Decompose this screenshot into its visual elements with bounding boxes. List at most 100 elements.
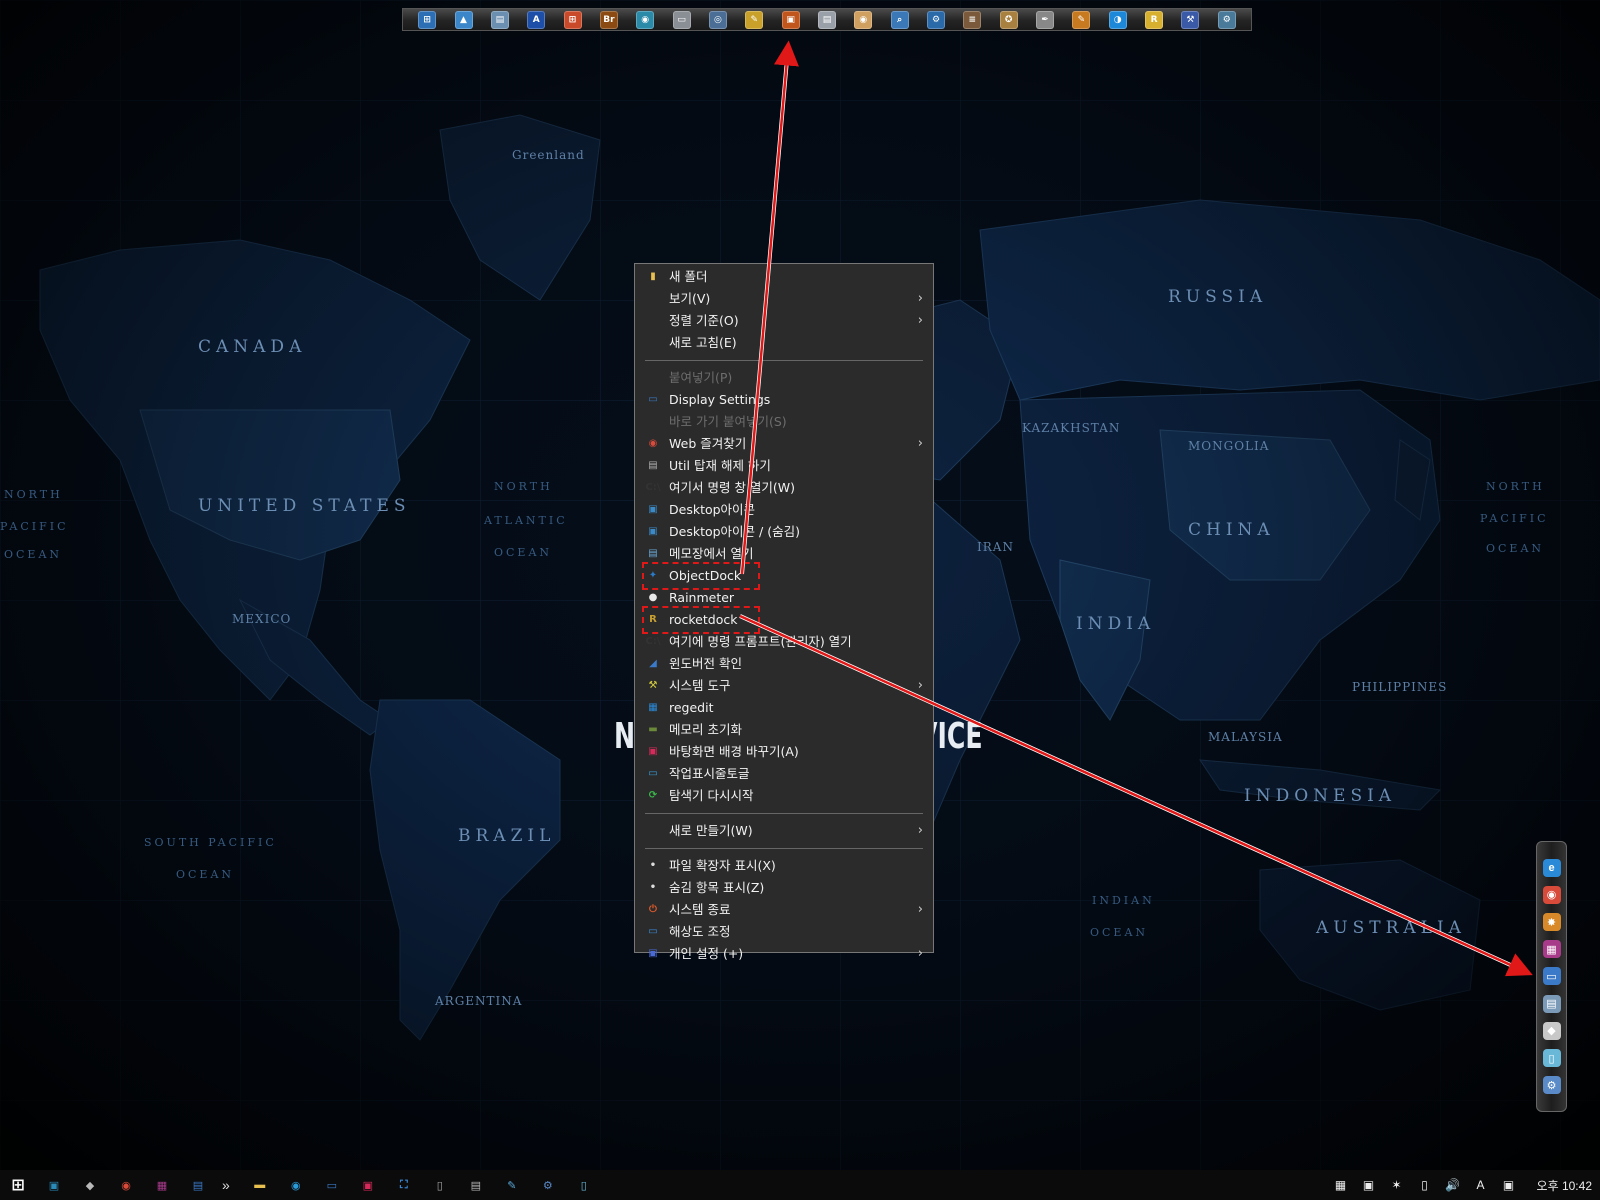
tray-app-icon[interactable]: ▣ xyxy=(1500,1176,1518,1194)
resolution-icon: ▭ xyxy=(648,926,658,937)
search-tool-icon[interactable]: ⌕ xyxy=(890,10,909,29)
menu-item[interactable]: 새로 고침(E) xyxy=(635,332,933,354)
menu-item[interactable]: ⟳ 탐색기 다시시작 xyxy=(635,785,933,807)
grid-app-icon[interactable]: ▦ xyxy=(1542,940,1561,959)
power-icon: ⏻ xyxy=(649,904,657,915)
presentation-icon[interactable]: ▣ xyxy=(781,10,800,29)
adobe-icon[interactable]: ✶ xyxy=(1388,1176,1406,1194)
windows-flag-icon[interactable]: ⊞ xyxy=(563,10,582,29)
cd-icon[interactable]: ◉ xyxy=(854,10,873,29)
menu-item-label: 개인 설정 (+) xyxy=(669,946,744,961)
menu-item[interactable]: • 숨김 항목 표시(Z) xyxy=(635,877,933,899)
menu-item[interactable]: ▣ Desktop아이콘 / (숨김) xyxy=(635,521,933,543)
menu-item[interactable]: 정렬 기준(O) › xyxy=(635,310,933,332)
app-icon-2[interactable]: ◆ xyxy=(80,1175,100,1195)
grid-app-icon[interactable]: ▦ xyxy=(152,1175,172,1195)
menu-item[interactable]: C:\ 여기서 명령 창 열기(W) xyxy=(635,477,933,499)
disk-icon[interactable]: ◎ xyxy=(708,10,727,29)
battery-icon[interactable]: ▯ xyxy=(1416,1176,1434,1194)
computer-icon[interactable]: ▤ xyxy=(490,10,509,29)
r-app-icon[interactable]: R xyxy=(1145,10,1164,29)
bar-app-icon[interactable]: ≡ xyxy=(963,10,982,29)
menu-item[interactable]: ▤ 메모장에서 열기 xyxy=(635,543,933,565)
badge-icon[interactable]: ✪ xyxy=(999,10,1018,29)
menu-item[interactable]: ◢ 윈도버전 확인 xyxy=(635,653,933,675)
map-label: OCEAN xyxy=(176,868,235,881)
network-icon[interactable]: ⚙ xyxy=(1542,1076,1561,1095)
ie-icon[interactable]: e xyxy=(1542,858,1561,877)
fullscreen-icon[interactable]: ⛶ xyxy=(394,1175,414,1195)
notepad-icon[interactable]: ▯ xyxy=(574,1175,594,1195)
menu-item[interactable]: ▬ 메모리 초기화 xyxy=(635,719,933,741)
network-icon[interactable]: ▦ xyxy=(1332,1176,1350,1194)
adobe-a-icon[interactable]: A xyxy=(527,10,546,29)
menu-item[interactable]: ✦ ObjectDock xyxy=(635,562,933,590)
menu-item[interactable]: ▤ Util 탑재 해제 하기 xyxy=(635,455,933,477)
menu-item[interactable]: ▭ 작업표시줄토글 xyxy=(635,763,933,785)
menu-item[interactable]: ⏻ 시스템 종료 › xyxy=(635,899,933,921)
menu-item[interactable]: • 파일 확장자 표시(X) xyxy=(635,855,933,877)
color-icon[interactable]: ▣ xyxy=(1360,1176,1378,1194)
computer-icon[interactable]: ▤ xyxy=(188,1175,208,1195)
printer-icon[interactable]: ▤ xyxy=(466,1175,486,1195)
menu-item[interactable]: Rrocketdock xyxy=(635,606,933,634)
document-icon[interactable]: ▤ xyxy=(817,10,836,29)
window-icon[interactable]: ▭ xyxy=(1542,967,1561,986)
overflow-chevron-icon[interactable]: » xyxy=(222,1177,230,1193)
menu-item[interactable]: ▣ Desktop아이콘 xyxy=(635,499,933,521)
app-icon-1[interactable]: ▣ xyxy=(44,1175,64,1195)
menu-item-label: 윈도버전 확인 xyxy=(669,656,742,671)
network-icon[interactable]: ⚙ xyxy=(538,1175,558,1195)
notepad-icon: ▤ xyxy=(648,548,658,559)
menu-item[interactable]: ⚒ 시스템 도구 › xyxy=(635,675,933,697)
menu-item[interactable]: ▭ 해상도 조정 xyxy=(635,921,933,943)
map-label: RUSSIA xyxy=(1168,287,1268,307)
camera-icon[interactable]: ◉ xyxy=(286,1175,306,1195)
menu-item-label: Web 즐겨찾기 xyxy=(669,436,747,451)
taskbar-apps: ▬ ◉ ▭ ▣ ⛶ ▯ ▤ ✎ ⚙ ▯ xyxy=(242,1175,602,1195)
menu-item-label: 붙여넣기(P) xyxy=(669,370,733,385)
pen-icon[interactable]: ✒ xyxy=(1036,10,1055,29)
chevron-right-icon: › xyxy=(917,946,923,961)
tool-icon[interactable]: ✎ xyxy=(502,1175,522,1195)
bridge-icon[interactable]: Br xyxy=(599,10,618,29)
menu-item[interactable]: ◉ Web 즐겨찾기 › xyxy=(635,433,933,455)
notepad-icon[interactable]: ▭ xyxy=(672,10,691,29)
diamond-icon[interactable]: ◆ xyxy=(1542,1021,1561,1040)
usb-icon[interactable]: ▯ xyxy=(430,1175,450,1195)
menu-item-label: 탐색기 다시시작 xyxy=(669,788,754,803)
chrome-icon[interactable]: ◉ xyxy=(116,1175,136,1195)
blue-circle-icon[interactable]: ◑ xyxy=(1108,10,1127,29)
camera-icon[interactable]: ◉ xyxy=(636,10,655,29)
menu-item[interactable]: C:\ 여기에 명령 프롬프트(관리자) 열기 xyxy=(635,631,933,653)
menu-item-label: 파일 확장자 표시(X) xyxy=(669,858,776,873)
file-icon[interactable]: ▯ xyxy=(1542,1049,1561,1068)
settings-icon[interactable]: ⚙ xyxy=(1217,10,1236,29)
menu-item[interactable]: ▮ 새 폴더 xyxy=(635,266,933,288)
computer-icon[interactable]: ▤ xyxy=(1542,994,1561,1013)
windows-start-icon[interactable]: ⊞ xyxy=(8,1175,28,1195)
wallpaper-icon[interactable]: ▣ xyxy=(358,1175,378,1195)
tools-icon[interactable]: ⚒ xyxy=(1181,10,1200,29)
gear-icon[interactable]: ⚙ xyxy=(926,10,945,29)
windows-icon[interactable]: ⊞ xyxy=(418,10,437,29)
menu-item[interactable]: ▦ regedit xyxy=(635,697,933,719)
menu-item[interactable]: ▣ 바탕화면 배경 바꾸기(A) xyxy=(635,741,933,763)
paint-icon[interactable]: ✎ xyxy=(745,10,764,29)
menu-item[interactable]: ▭ Display Settings xyxy=(635,389,933,411)
brush-icon[interactable]: ✎ xyxy=(1072,10,1091,29)
map-label: SOUTH PACIFIC xyxy=(144,836,277,849)
folder-icon[interactable]: ▬ xyxy=(250,1175,270,1195)
speaker-icon[interactable]: 🔊 xyxy=(1444,1176,1462,1194)
menu-item[interactable]: 새로 만들기(W) › xyxy=(635,820,933,842)
window-icon[interactable]: ▭ xyxy=(322,1175,342,1195)
compass-icon[interactable]: ✸ xyxy=(1542,913,1561,932)
ime-icon[interactable]: A xyxy=(1472,1176,1490,1194)
menu-item[interactable]: ● Rainmeter xyxy=(635,587,933,609)
clock[interactable]: 오후 10:42 xyxy=(1537,1177,1592,1194)
menu-item-label: Desktop아이콘 xyxy=(669,502,756,517)
chrome-icon[interactable]: ◉ xyxy=(1542,885,1561,904)
menu-item[interactable]: 보기(V) › xyxy=(635,288,933,310)
triangle-app-icon[interactable]: ▲ xyxy=(454,10,473,29)
menu-item[interactable]: ▣ 개인 설정 (+) › xyxy=(635,943,933,965)
